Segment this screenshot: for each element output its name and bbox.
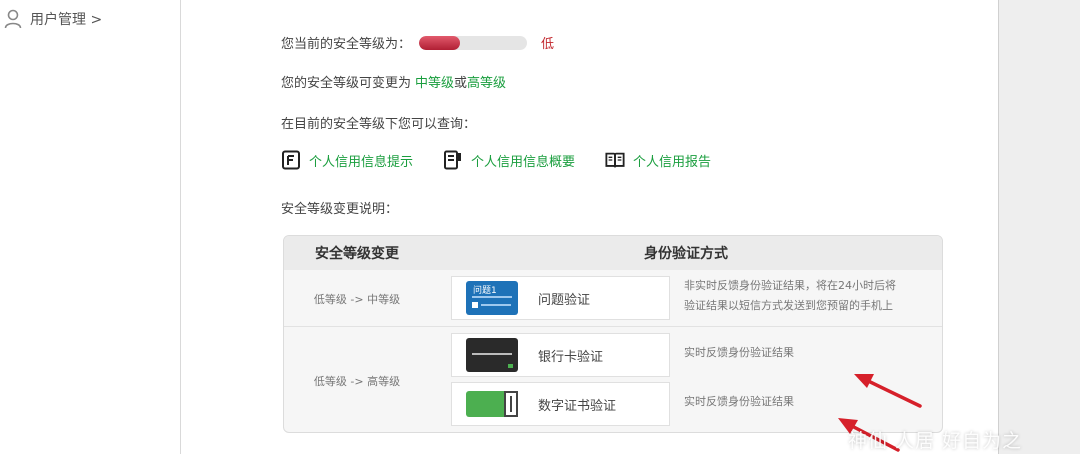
sidebar-item-user-management[interactable]: 用户管理 > xyxy=(4,8,102,30)
method-label: 问题验证 xyxy=(538,292,591,308)
method-description: 实时反馈身份验证结果 xyxy=(684,395,794,408)
method-description: 实时反馈身份验证结果 xyxy=(684,346,794,359)
watermark: 神仙 人居 好自为之 xyxy=(848,430,1023,452)
query-link-credit-info-summary[interactable]: 个人信用信息概要 xyxy=(443,150,575,170)
question-card-icon-text: 问题1 xyxy=(473,286,497,296)
high-level-link[interactable]: 高等级 xyxy=(467,72,506,91)
digital-certificate-verification-button[interactable]: 数字证书验证 xyxy=(451,382,670,426)
description-line: 非实时反馈身份验证结果，将在24小时后将 xyxy=(684,279,896,292)
change-notes-label: 安全等级变更说明： xyxy=(281,202,399,217)
query-link-credit-report[interactable]: 个人信用报告 xyxy=(605,150,711,170)
method-label: 银行卡验证 xyxy=(538,349,604,365)
table-header: 安全等级变更 身份验证方式 xyxy=(284,236,942,270)
header-verification-method: 身份验证方式 xyxy=(644,246,728,262)
query-link-label: 个人信用信息提示 xyxy=(309,154,414,170)
sidebar: 用户管理 > xyxy=(0,0,181,454)
query-intro: 在目前的安全等级下您可以查询： xyxy=(281,117,477,132)
current-level-row: 您当前的安全等级为： 低 xyxy=(281,33,554,52)
user-icon xyxy=(4,9,22,29)
security-level-bar xyxy=(419,35,528,50)
changeable-prefix: 您的安全等级可变更为 xyxy=(281,76,412,91)
level-change-cell: 低等级 -> 中等级 xyxy=(313,293,401,306)
security-level-fill xyxy=(419,35,461,50)
right-gutter xyxy=(998,0,1080,454)
table-row: 低等级 -> 中等级 问题1 问题验证 非实时反馈身份验证结果，将在24小时后将… xyxy=(284,270,942,327)
sidebar-item-label: 用户管理 > xyxy=(30,12,103,28)
middle-level-link[interactable]: 中等级 xyxy=(415,72,454,91)
query-link-label: 个人信用信息概要 xyxy=(471,154,576,170)
method-description: 非实时反馈身份验证结果，将在24小时后将 验证结果以短信方式发送到您预留的手机上 xyxy=(684,276,896,316)
level-change-cell: 低等级 -> 高等级 xyxy=(313,375,401,388)
query-link-credit-info-tips[interactable]: 个人信用信息提示 xyxy=(281,150,413,170)
bank-card-icon xyxy=(466,338,518,372)
current-level-label: 您当前的安全等级为： xyxy=(281,37,412,52)
method-label: 数字证书验证 xyxy=(538,398,617,414)
document-icon xyxy=(282,150,300,170)
description-line: 验证结果以短信方式发送到您预留的手机上 xyxy=(684,299,893,312)
query-links: 个人信用信息提示 个人信用信息概要 个人信用报告 xyxy=(281,150,711,170)
header-level-change: 安全等级变更 xyxy=(315,246,399,262)
digital-certificate-icon xyxy=(466,391,518,417)
query-link-label: 个人信用报告 xyxy=(633,154,712,170)
question-card-icon: 问题1 xyxy=(466,281,518,315)
question-verification-button[interactable]: 问题1 问题验证 xyxy=(451,276,670,320)
changeable-level-row: 您的安全等级可变更为 中等级 或 高等级 xyxy=(281,72,506,91)
bank-card-verification-button[interactable]: 银行卡验证 xyxy=(451,333,670,377)
book-icon xyxy=(605,152,625,168)
or-text: 或 xyxy=(454,76,468,91)
document-summary-icon xyxy=(444,150,462,170)
security-level-value: 低 xyxy=(541,37,555,52)
